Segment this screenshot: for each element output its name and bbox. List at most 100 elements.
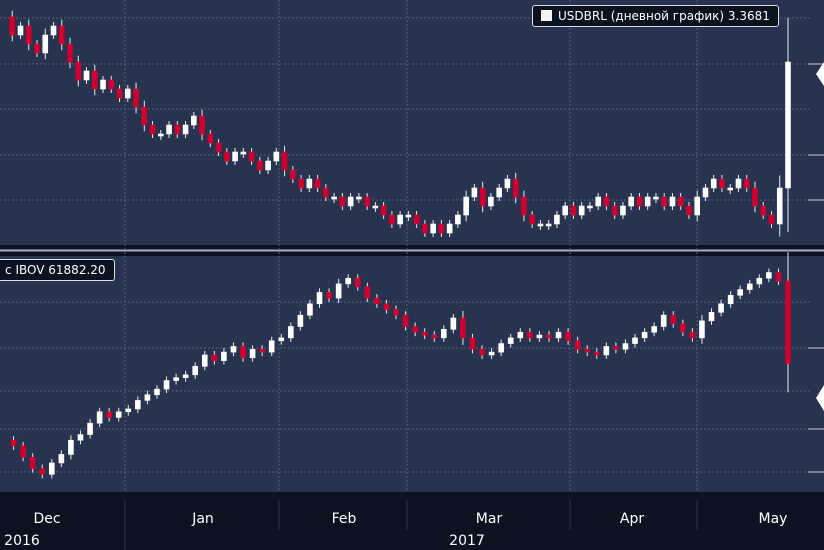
candle-1-3: [29, 456, 36, 469]
candle-1-63: [603, 346, 610, 356]
candle-0-32: [265, 160, 271, 171]
candle-1-72: [689, 331, 696, 339]
candle-0-46: [380, 205, 387, 216]
candle-1-38: [364, 286, 371, 299]
usdbrl-legend: USDBRL (дневной график) 3.3681: [532, 5, 779, 27]
candle-0-1: [9, 16, 16, 36]
candle-0-66: [545, 223, 552, 227]
candle-1-54: [517, 331, 524, 339]
candle-0-82: [677, 196, 684, 207]
candle-0-64: [529, 214, 535, 225]
candle-0-84: [694, 196, 701, 216]
candle-0-29: [240, 151, 247, 155]
candle-0-88: [727, 187, 734, 191]
candle-1-35: [335, 283, 342, 299]
x-axis-bg: [0, 492, 824, 550]
candle-0-44: [364, 196, 370, 207]
candle-0-37: [306, 178, 313, 189]
candle-1-2: [20, 445, 26, 458]
candle-1-51: [488, 351, 495, 356]
candle-0-50: [413, 214, 420, 225]
candle-1-81: [775, 272, 782, 282]
candle-1-61: [584, 348, 591, 353]
candle-0-20: [166, 124, 172, 135]
candle-1-15: [144, 394, 151, 401]
candle-0-95: [785, 61, 791, 189]
candle-1-22: [211, 354, 218, 361]
ibov-legend-prefix: c: [5, 263, 12, 277]
candlestick-chart: Dec Jan Feb Mar Apr May 2016 2017: [0, 0, 824, 550]
candle-1-23: [221, 351, 227, 361]
candle-1-70: [670, 314, 677, 324]
candle-0-70: [578, 205, 585, 216]
candle-1-8: [77, 434, 84, 441]
candle-0-87: [719, 178, 725, 189]
candle-1-49: [469, 337, 476, 350]
panel-bg-0: [0, 0, 824, 245]
chart-root: Dec Jan Feb Mar Apr May 2016 2017 USDBRL (дневн…: [0, 0, 824, 550]
candle-1-41: [393, 309, 399, 316]
candle-1-16: [154, 388, 160, 396]
candle-0-58: [479, 187, 486, 207]
candle-0-48: [397, 214, 403, 225]
candle-1-56: [536, 334, 543, 339]
year-label-2017: 2017: [449, 533, 485, 549]
month-label-jan: Jan: [191, 511, 214, 527]
candle-0-74: [611, 205, 618, 216]
candle-0-35: [290, 169, 296, 180]
candle-0-25: [207, 133, 214, 144]
candle-1-82: [785, 280, 791, 364]
candle-0-45: [372, 205, 379, 209]
candle-1-5: [49, 462, 55, 475]
candle-0-49: [405, 214, 412, 218]
candle-0-83: [686, 205, 692, 216]
candle-0-73: [603, 196, 610, 207]
candle-1-79: [756, 277, 763, 285]
candle-0-22: [182, 124, 189, 135]
candle-1-24: [230, 346, 237, 353]
candle-0-14: [116, 88, 123, 99]
candle-1-18: [173, 377, 179, 381]
month-label-feb: Feb: [332, 511, 357, 527]
candle-1-28: [268, 340, 275, 353]
candle-0-67: [554, 214, 560, 225]
candle-0-86: [710, 178, 717, 189]
candle-1-74: [708, 312, 715, 322]
candle-0-39: [323, 187, 329, 198]
candle-1-13: [125, 408, 132, 413]
candle-0-4: [34, 43, 40, 54]
candle-0-9: [75, 61, 82, 81]
candle-0-76: [628, 196, 635, 207]
candle-1-60: [574, 340, 581, 350]
candle-0-78: [644, 196, 651, 207]
candle-1-27: [259, 348, 265, 353]
candle-0-63: [521, 196, 527, 216]
candle-1-47: [450, 317, 457, 330]
candle-1-55: [527, 331, 533, 339]
candle-0-55: [455, 214, 461, 225]
candle-0-51: [422, 223, 428, 234]
candle-0-23: [191, 115, 197, 126]
candle-1-11: [106, 411, 112, 418]
candle-0-47: [389, 214, 395, 225]
candle-0-7: [58, 25, 65, 45]
candle-1-66: [632, 337, 638, 344]
candle-0-36: [298, 178, 304, 189]
candle-0-69: [570, 205, 577, 216]
candle-1-52: [498, 343, 504, 353]
candle-0-61: [504, 178, 511, 189]
ibov-legend: c IBOV 61882.20: [0, 259, 115, 281]
candle-1-14: [135, 400, 141, 410]
candle-0-17: [141, 106, 148, 126]
candle-1-34: [326, 292, 332, 299]
candle-0-16: [133, 88, 139, 108]
candle-0-31: [257, 160, 263, 171]
candle-0-79: [653, 196, 659, 200]
candle-0-27: [224, 151, 230, 162]
ibov-legend-value: 61882.20: [48, 263, 106, 277]
candle-0-42: [347, 196, 354, 207]
candle-1-26: [249, 348, 256, 359]
candle-1-32: [307, 303, 313, 316]
candle-0-30: [248, 151, 255, 162]
candle-1-9: [87, 422, 93, 435]
